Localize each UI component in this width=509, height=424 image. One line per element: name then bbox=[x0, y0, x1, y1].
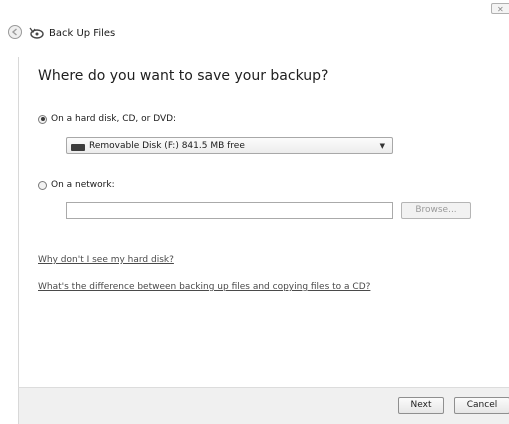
close-icon: ✕ bbox=[497, 5, 504, 14]
drive-select[interactable]: Removable Disk (F:) 841.5 MB free ▼ bbox=[66, 137, 393, 154]
window-title: Back Up Files bbox=[49, 28, 116, 39]
local-drive-label: On a hard disk, CD, or DVD: bbox=[51, 114, 177, 124]
next-button[interactable]: Next bbox=[398, 397, 444, 414]
wizard-content: Where do you want to save your backup? O… bbox=[18, 57, 509, 387]
backup-wizard-icon bbox=[29, 27, 44, 39]
window-frame-top: ✕ bbox=[0, 0, 509, 16]
network-radio[interactable] bbox=[38, 180, 47, 190]
drive-select-value: Removable Disk (F:) 841.5 MB free bbox=[89, 140, 245, 151]
back-arrow-icon bbox=[11, 28, 17, 36]
chevron-down-icon: ▼ bbox=[379, 142, 385, 150]
wizard-footer: Next Cancel bbox=[18, 387, 509, 424]
page-heading: Where do you want to save your backup? bbox=[38, 68, 329, 84]
network-path-input[interactable] bbox=[66, 202, 393, 219]
back-button[interactable] bbox=[8, 25, 22, 39]
link-backup-vs-copy-help[interactable]: What's the difference between backing up… bbox=[38, 282, 370, 292]
cancel-button[interactable]: Cancel bbox=[454, 397, 509, 414]
link-hard-disk-help[interactable]: Why don't I see my hard disk? bbox=[38, 255, 174, 265]
network-label: On a network: bbox=[51, 180, 115, 190]
local-drive-option[interactable]: On a hard disk, CD, or DVD: bbox=[38, 114, 176, 124]
wizard-header: Back Up Files bbox=[0, 18, 509, 58]
local-drive-radio[interactable] bbox=[38, 114, 47, 124]
browse-button[interactable]: Browse... bbox=[401, 202, 471, 219]
removable-disk-icon bbox=[71, 143, 85, 151]
close-button[interactable]: ✕ bbox=[491, 3, 509, 14]
network-option[interactable]: On a network: bbox=[38, 180, 115, 190]
